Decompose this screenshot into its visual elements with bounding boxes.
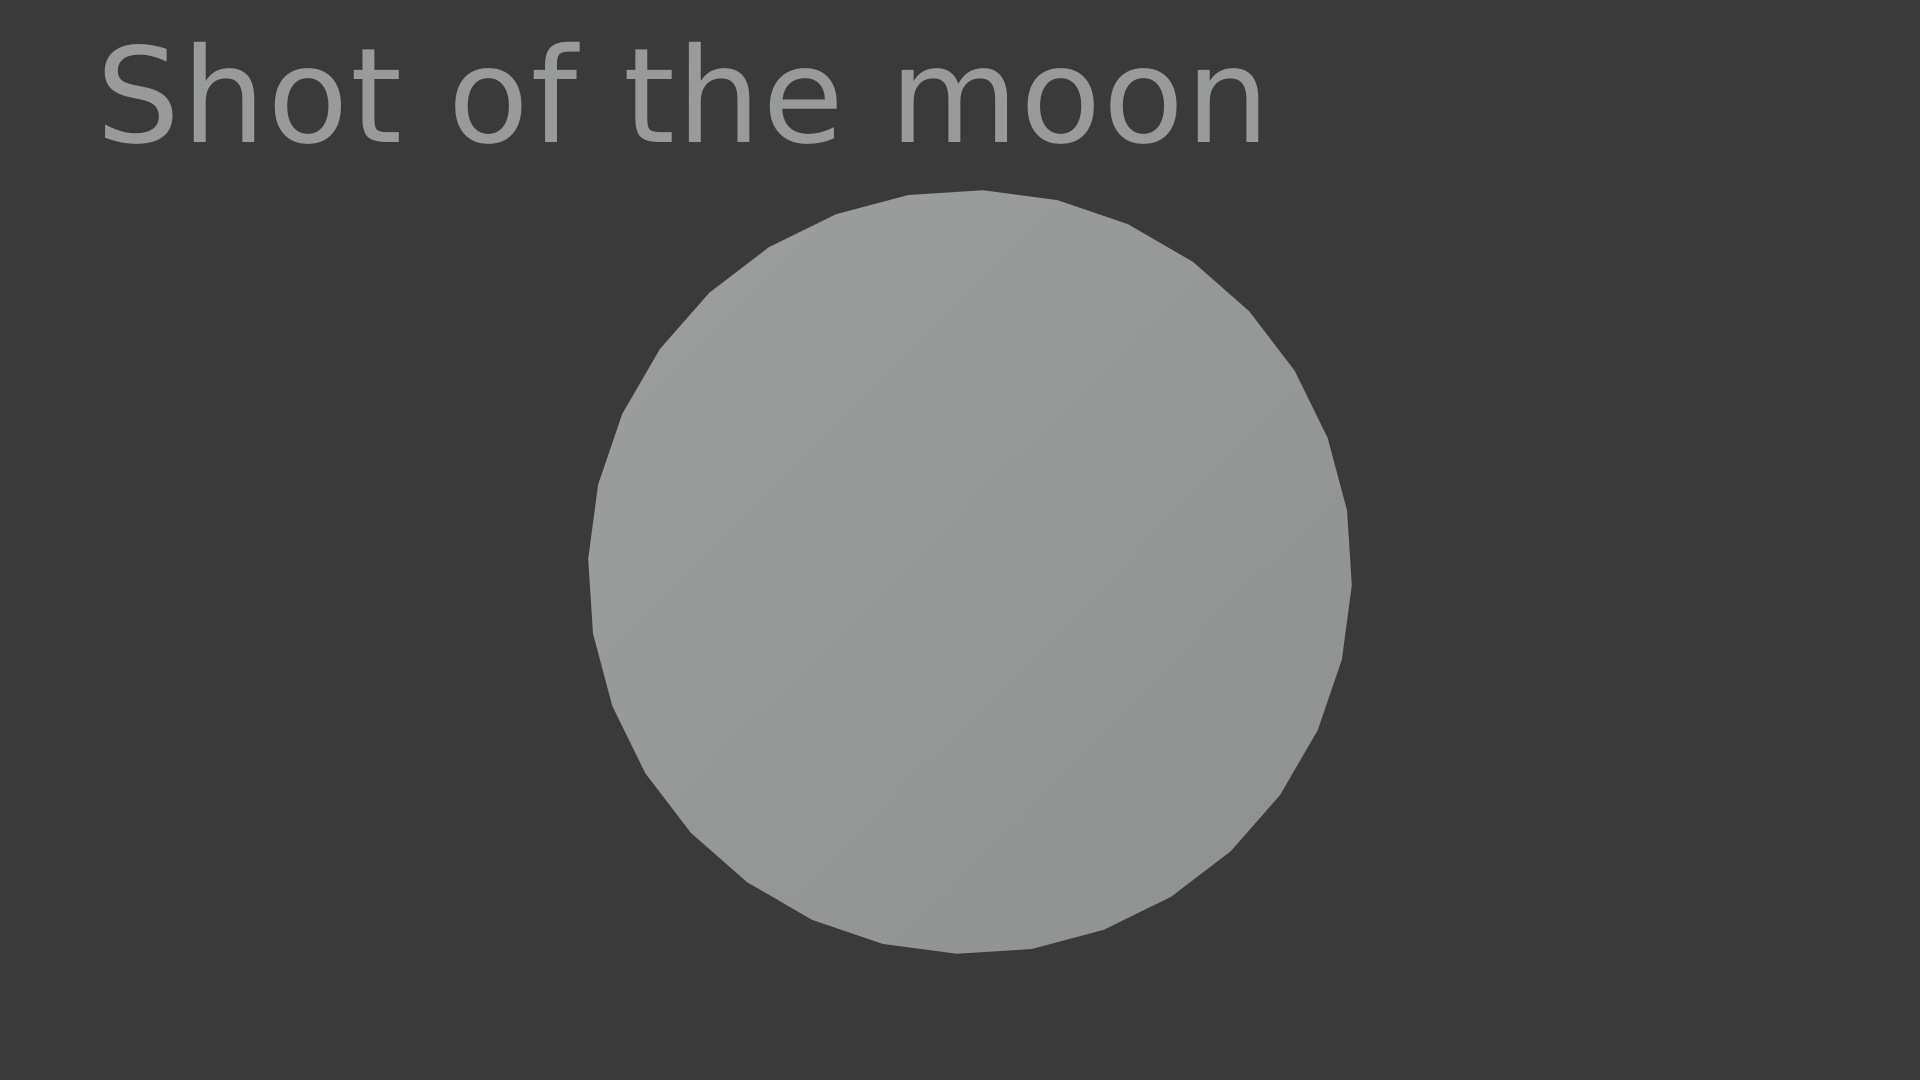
render-viewport: Shot of the moon — [0, 0, 1920, 1080]
moon-container — [585, 187, 1355, 957]
caption-title: Shot of the moon — [96, 20, 1272, 174]
moon-svg — [588, 190, 1352, 954]
moon-shape — [588, 190, 1352, 954]
